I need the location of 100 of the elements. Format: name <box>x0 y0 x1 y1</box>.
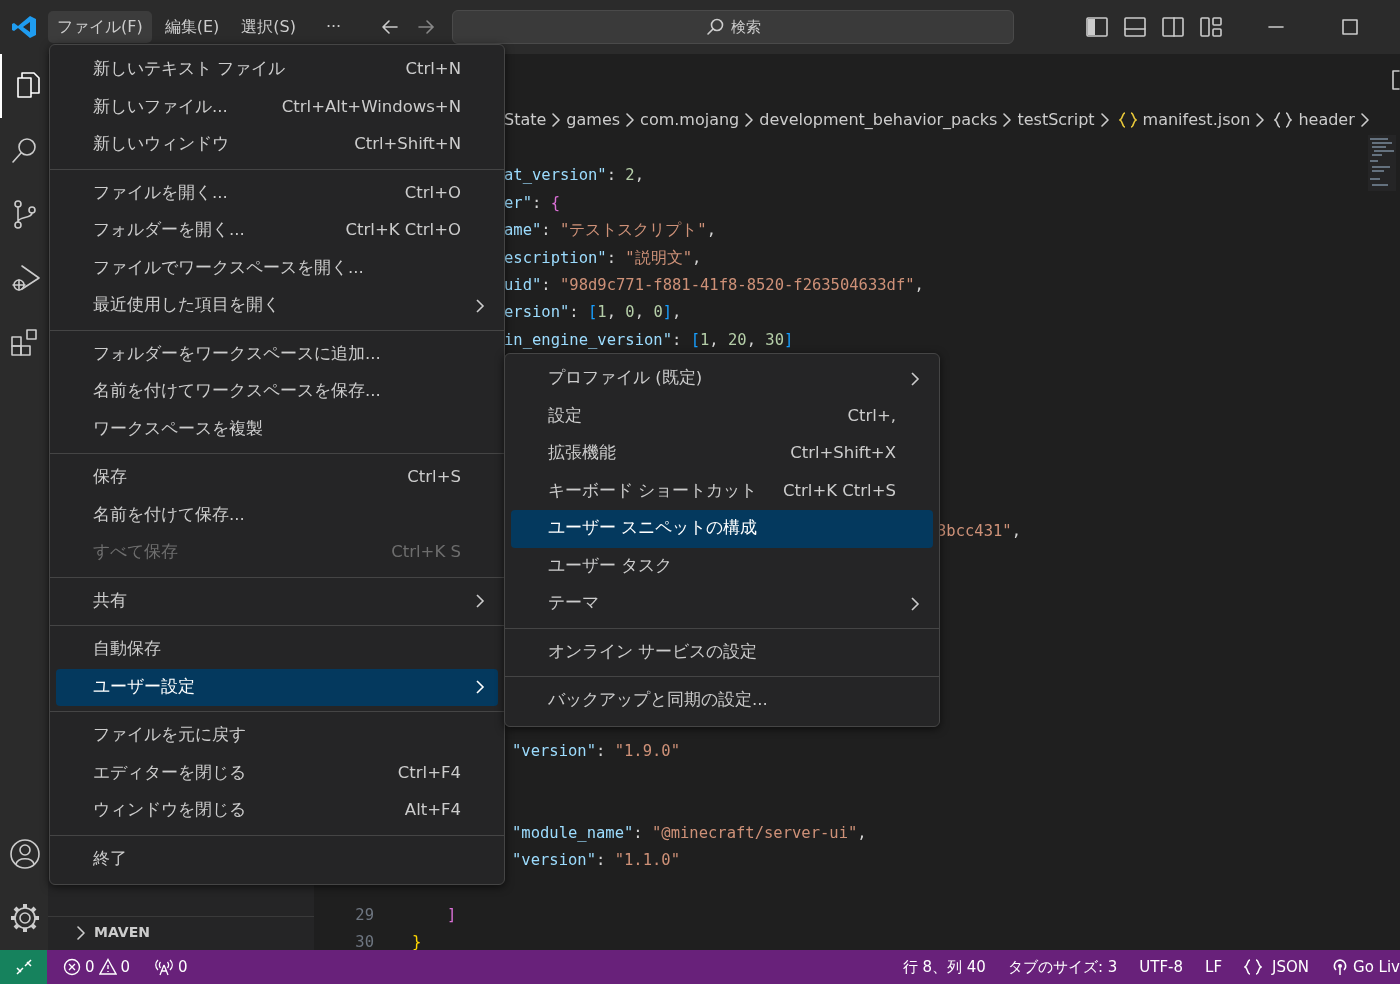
menu-item[interactable]: フォルダーを開く... Ctrl+K Ctrl+O <box>56 212 498 250</box>
search-icon <box>705 17 726 37</box>
customize-layout-icon[interactable] <box>1200 17 1223 37</box>
breadcrumb-item[interactable]: development_behavior_packs <box>759 108 998 132</box>
menu-item[interactable]: 名前を付けて保存... <box>56 496 498 534</box>
account-icon[interactable] <box>9 838 41 870</box>
menu-item[interactable]: バックアップと同期の設定... <box>511 682 933 720</box>
minimap-drawing <box>1368 135 1396 191</box>
menu-item[interactable]: キーボード ショートカット Ctrl+K Ctrl+S <box>511 472 933 510</box>
code-line: "version": "1.1.0" <box>512 851 680 870</box>
back-arrow-icon[interactable] <box>380 17 401 37</box>
encoding[interactable]: UTF-8 <box>1131 955 1192 979</box>
code-line: "version": "1.9.0" <box>512 741 680 760</box>
menu-item[interactable]: 新しいウィンドウ Ctrl+Shift+N <box>56 126 498 164</box>
menu-item[interactable]: ユーザー タスク <box>511 547 933 585</box>
go-live-label: Go Liv <box>1353 956 1400 978</box>
menu-item[interactable]: エディターを閉じる Ctrl+F4 <box>56 754 498 792</box>
braces-icon <box>1274 111 1293 129</box>
code-line: } <box>412 933 422 950</box>
code-line: ] <box>447 905 457 924</box>
warning-icon <box>98 958 117 976</box>
menu-item[interactable]: 設定 Ctrl+, <box>511 397 933 435</box>
forward-arrow-icon[interactable] <box>416 17 437 37</box>
chevron-right-icon <box>1256 113 1265 127</box>
braces-icon <box>1118 111 1137 129</box>
warning-count: 0 <box>120 956 131 978</box>
braces-icon <box>1244 958 1263 976</box>
line-number: 29 <box>354 904 374 926</box>
code-line: ersion": [1, 0, 0], <box>504 303 682 322</box>
menu-item[interactable]: ファイル(F) <box>48 11 152 43</box>
menu-item[interactable]: 拡張機能 Ctrl+Shift+X <box>511 435 933 473</box>
breadcrumb-item[interactable]: header <box>1298 108 1355 132</box>
code-line: ame": "テストスクリプト", <box>504 221 716 240</box>
language-mode[interactable]: JSON <box>1236 955 1317 979</box>
sidebar-layout-icon[interactable] <box>1086 17 1109 37</box>
search-field[interactable]: 検索 <box>452 10 1015 44</box>
search-placeholder: 検索 <box>731 16 762 38</box>
line-number: 30 <box>354 932 374 950</box>
breadcrumb-item[interactable]: testScript <box>1017 108 1095 132</box>
breadcrumb-item[interactable]: com.mojang <box>640 108 740 132</box>
go-live-button[interactable]: Go Liv <box>1323 955 1400 979</box>
code-line: uid": "98d9c771-f881-41f8-8520-f263504633df", <box>504 275 924 294</box>
chevron-right-icon <box>1003 113 1012 127</box>
breadcrumb-item[interactable]: manifest.json <box>1142 108 1251 132</box>
menu-item[interactable]: 新しいファイル... Ctrl+Alt+Windows+N <box>56 88 498 126</box>
maximize-icon[interactable] <box>1342 19 1359 35</box>
panel-layout-icon[interactable] <box>1124 17 1147 37</box>
code-line: escription": "説明文", <box>504 248 702 267</box>
code-line: in_engine_version": [1, 20, 30] <box>504 330 794 349</box>
menu-item[interactable]: オンライン サービスの設定 <box>511 633 933 671</box>
menu-item[interactable]: ファイルでワークスペースを開く... <box>56 249 498 287</box>
menu-item[interactable]: 自動保存 <box>56 631 498 669</box>
chevron-right-icon <box>1100 113 1109 127</box>
language-label: JSON <box>1272 956 1309 978</box>
menu-item[interactable]: 終了 <box>56 840 498 878</box>
code-line: "module_name": "@minecraft/server-ui", <box>512 823 867 842</box>
menu-item[interactable]: ウィンドウを閉じる Alt+F4 <box>56 792 498 830</box>
menu-item[interactable]: 最近使用した項目を開く <box>56 287 498 325</box>
run-debug-icon[interactable] <box>9 262 41 294</box>
line-ending[interactable]: LF <box>1197 955 1231 979</box>
menu-item[interactable]: プロファイル (既定) <box>511 360 933 398</box>
menu-item[interactable]: ユーザー スニペットの構成 <box>511 510 933 548</box>
menu-item[interactable]: 保存 Ctrl+S <box>56 459 498 497</box>
chevron-right-icon <box>745 113 754 127</box>
chevron-right-icon <box>76 925 86 940</box>
app-logo <box>11 14 37 40</box>
chevron-right-icon <box>626 113 635 127</box>
menu-item[interactable]: ユーザー設定 <box>56 668 498 706</box>
menu-item[interactable]: テーマ <box>511 585 933 623</box>
error-icon <box>63 958 81 976</box>
code-line: 3bcc431", <box>937 522 1021 541</box>
code-line: er": { <box>504 193 560 212</box>
menu-item[interactable]: ファイルを開く... Ctrl+O <box>56 174 498 212</box>
antenna-icon <box>154 958 175 976</box>
split-layout-icon[interactable] <box>1162 17 1185 37</box>
problems-status[interactable]: 0 0 <box>55 955 139 979</box>
menu-item[interactable]: 選択(S) <box>232 11 305 43</box>
more-menu[interactable]: ··· <box>316 11 351 43</box>
code-line: at_version": 2, <box>504 166 644 185</box>
split-editor-icon[interactable] <box>1392 69 1400 90</box>
broadcast-icon <box>1331 958 1349 976</box>
menu-item[interactable]: ファイルを元に戻す <box>56 717 498 755</box>
menu-item[interactable]: 名前を付けてワークスペースを保存... <box>56 373 498 411</box>
tab-size[interactable]: タブのサイズ: 3 <box>999 955 1126 979</box>
menu-item[interactable]: 新しいテキスト ファイル Ctrl+N <box>56 51 498 89</box>
menu-item[interactable]: 共有 <box>56 582 498 620</box>
cursor-position[interactable]: 行 8、列 40 <box>894 955 994 979</box>
breadcrumb-item[interactable]: State <box>504 108 547 132</box>
remote-icon <box>14 958 33 976</box>
breadcrumb-item[interactable]: games <box>566 108 621 132</box>
menu-item[interactable]: ワークスペースを複製 <box>56 410 498 448</box>
menu-item[interactable]: 編集(E) <box>155 11 229 43</box>
ports-status[interactable]: 0 <box>146 955 196 979</box>
chevron-right-icon <box>1360 113 1369 127</box>
menu-item[interactable]: フォルダーをワークスペースに追加... <box>56 335 498 373</box>
maven-section-header[interactable]: MAVEN <box>48 916 314 948</box>
error-count: 0 <box>85 956 95 978</box>
ports-count: 0 <box>178 956 188 978</box>
settings-icon[interactable] <box>9 902 41 934</box>
chevron-right-icon <box>552 113 561 127</box>
